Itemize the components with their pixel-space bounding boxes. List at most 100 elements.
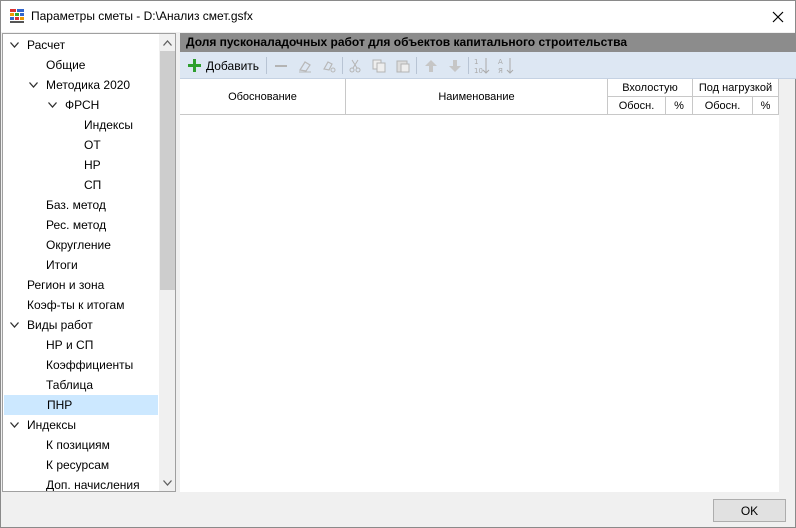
minus-icon xyxy=(275,64,287,67)
tree-item-label: ПНР xyxy=(47,398,73,412)
toolbar-separator xyxy=(416,57,417,74)
tree-item[interactable]: Баз. метод xyxy=(3,195,158,215)
scroll-thumb[interactable] xyxy=(160,51,175,290)
tree-item[interactable]: ПНР xyxy=(4,395,158,415)
arrow-down-icon xyxy=(449,59,461,72)
tree-item-label: НР xyxy=(84,158,101,172)
tree-item[interactable]: Регион и зона xyxy=(3,275,158,295)
tree-item[interactable]: Индексы xyxy=(3,415,158,435)
column-header-load-percent[interactable]: % xyxy=(753,97,779,115)
tree-scrollbar[interactable] xyxy=(159,34,175,491)
paste-button[interactable] xyxy=(396,56,410,75)
tree-item-label: Коэф-ты к итогам xyxy=(27,298,125,312)
chevron-up-icon xyxy=(163,39,172,46)
scroll-up-button[interactable] xyxy=(159,34,175,51)
tree-item-label: Итоги xyxy=(46,258,78,272)
tree-item-label: НР и СП xyxy=(46,338,94,352)
column-header-idle[interactable]: Вхолостую xyxy=(608,79,693,97)
delete-button[interactable] xyxy=(274,56,288,75)
tree-item[interactable]: Коэф-ты к итогам xyxy=(3,295,158,315)
chevron-down-icon xyxy=(9,422,19,428)
column-header-load[interactable]: Под нагрузкой xyxy=(693,79,779,97)
tree-item-label: Рес. метод xyxy=(46,218,107,232)
tree-expand-toggle[interactable] xyxy=(8,35,20,55)
tree-item[interactable]: К ресурсам xyxy=(3,455,158,475)
clear-all-button[interactable] xyxy=(322,56,336,75)
eraser-multi-icon xyxy=(323,60,336,72)
svg-text:Я: Я xyxy=(498,67,503,75)
title-bar[interactable]: Параметры сметы - D:\Анализ смет.gsfx xyxy=(1,1,795,32)
tree-item[interactable]: Общие xyxy=(3,55,158,75)
scroll-down-button[interactable] xyxy=(159,474,175,491)
svg-text:1: 1 xyxy=(474,58,478,66)
tree-item-label: Расчет xyxy=(27,38,66,52)
tree-item-label: К позициям xyxy=(46,438,110,452)
tree-item[interactable]: НР и СП xyxy=(3,335,158,355)
sort-numeric-button[interactable]: 1 10 xyxy=(474,56,490,75)
scissors-icon xyxy=(349,59,361,72)
settings-tree[interactable]: Расчет Общие Методика 2020 ФРСН Индексы ОТ НР С… xyxy=(2,33,176,492)
close-button[interactable] xyxy=(761,1,795,32)
tree-expand-toggle[interactable] xyxy=(8,415,20,435)
tree-item[interactable]: Индексы xyxy=(3,115,158,135)
chevron-down-icon xyxy=(163,479,172,486)
column-header-idle-basis[interactable]: Обосн. xyxy=(608,97,666,115)
plus-icon xyxy=(188,59,201,72)
chevron-down-icon xyxy=(47,102,57,108)
tree-item[interactable]: Коэффициенты xyxy=(3,355,158,375)
ok-button[interactable]: OK xyxy=(713,499,786,522)
tree-item[interactable]: Таблица xyxy=(3,375,158,395)
dialog-window: Параметры сметы - D:\Анализ смет.gsfx Ра… xyxy=(0,0,796,528)
tree-item[interactable]: К позициям xyxy=(3,435,158,455)
column-header-basis[interactable]: Обоснование xyxy=(180,79,346,115)
tree-item[interactable]: ФРСН xyxy=(3,95,158,115)
toolbar-separator xyxy=(342,57,343,74)
column-header-name[interactable]: Наименование xyxy=(346,79,608,115)
tree-item[interactable]: Рес. метод xyxy=(3,215,158,235)
tree-item-label: Индексы xyxy=(27,418,76,432)
tree-item[interactable]: Расчет xyxy=(3,35,158,55)
tree-item[interactable]: Округление xyxy=(3,235,158,255)
arrow-up-icon xyxy=(425,59,437,72)
tree-item[interactable]: НР xyxy=(3,155,158,175)
move-up-button[interactable] xyxy=(424,56,438,75)
tree-item[interactable]: Доп. начисления xyxy=(3,475,158,491)
sort-alpha-button[interactable]: A Я xyxy=(498,56,514,75)
copy-button[interactable] xyxy=(372,56,386,75)
tree-item[interactable]: ОТ xyxy=(3,135,158,155)
tree-item-label: Индексы xyxy=(84,118,133,132)
tree-item[interactable]: СП xyxy=(3,175,158,195)
tree-item[interactable]: Методика 2020 xyxy=(3,75,158,95)
tree-item-label: К ресурсам xyxy=(46,458,110,472)
data-grid[interactable]: Обоснование Наименование Вхолостую Под н… xyxy=(180,79,779,492)
svg-text:A: A xyxy=(498,58,503,66)
toolbar-separator xyxy=(468,57,469,74)
toolbar-separator xyxy=(266,57,267,74)
sort-numeric-icon: 1 10 xyxy=(474,57,490,75)
tree-item[interactable]: Итоги xyxy=(3,255,158,275)
dialog-footer: OK xyxy=(1,493,796,528)
eraser-icon xyxy=(299,60,311,72)
add-button-label: Добавить xyxy=(206,58,260,73)
add-button[interactable]: Добавить xyxy=(188,56,259,75)
tree-expand-toggle[interactable] xyxy=(27,75,39,95)
column-header-load-basis[interactable]: Обосн. xyxy=(693,97,753,115)
cut-button[interactable] xyxy=(348,56,362,75)
svg-text:10: 10 xyxy=(474,67,483,75)
tree-expand-toggle[interactable] xyxy=(8,315,20,335)
tree-item[interactable]: Виды работ xyxy=(3,315,158,335)
tree-item-label: СП xyxy=(84,178,102,192)
tree-item-label: Общие xyxy=(46,58,86,72)
tree-item-label: Методика 2020 xyxy=(46,78,131,92)
clear-button[interactable] xyxy=(298,56,312,75)
move-down-button[interactable] xyxy=(448,56,462,75)
section-header: Доля пусконаладочных работ для объектов … xyxy=(180,33,796,52)
tree-item-label: ОТ xyxy=(84,138,101,152)
paste-icon xyxy=(396,60,410,72)
copy-icon xyxy=(372,59,386,72)
sort-alpha-icon: A Я xyxy=(498,57,514,75)
tree-item-label: Коэффициенты xyxy=(46,358,134,372)
tree-item-label: Регион и зона xyxy=(27,278,105,292)
tree-expand-toggle[interactable] xyxy=(46,95,58,115)
column-header-idle-percent[interactable]: % xyxy=(666,97,693,115)
